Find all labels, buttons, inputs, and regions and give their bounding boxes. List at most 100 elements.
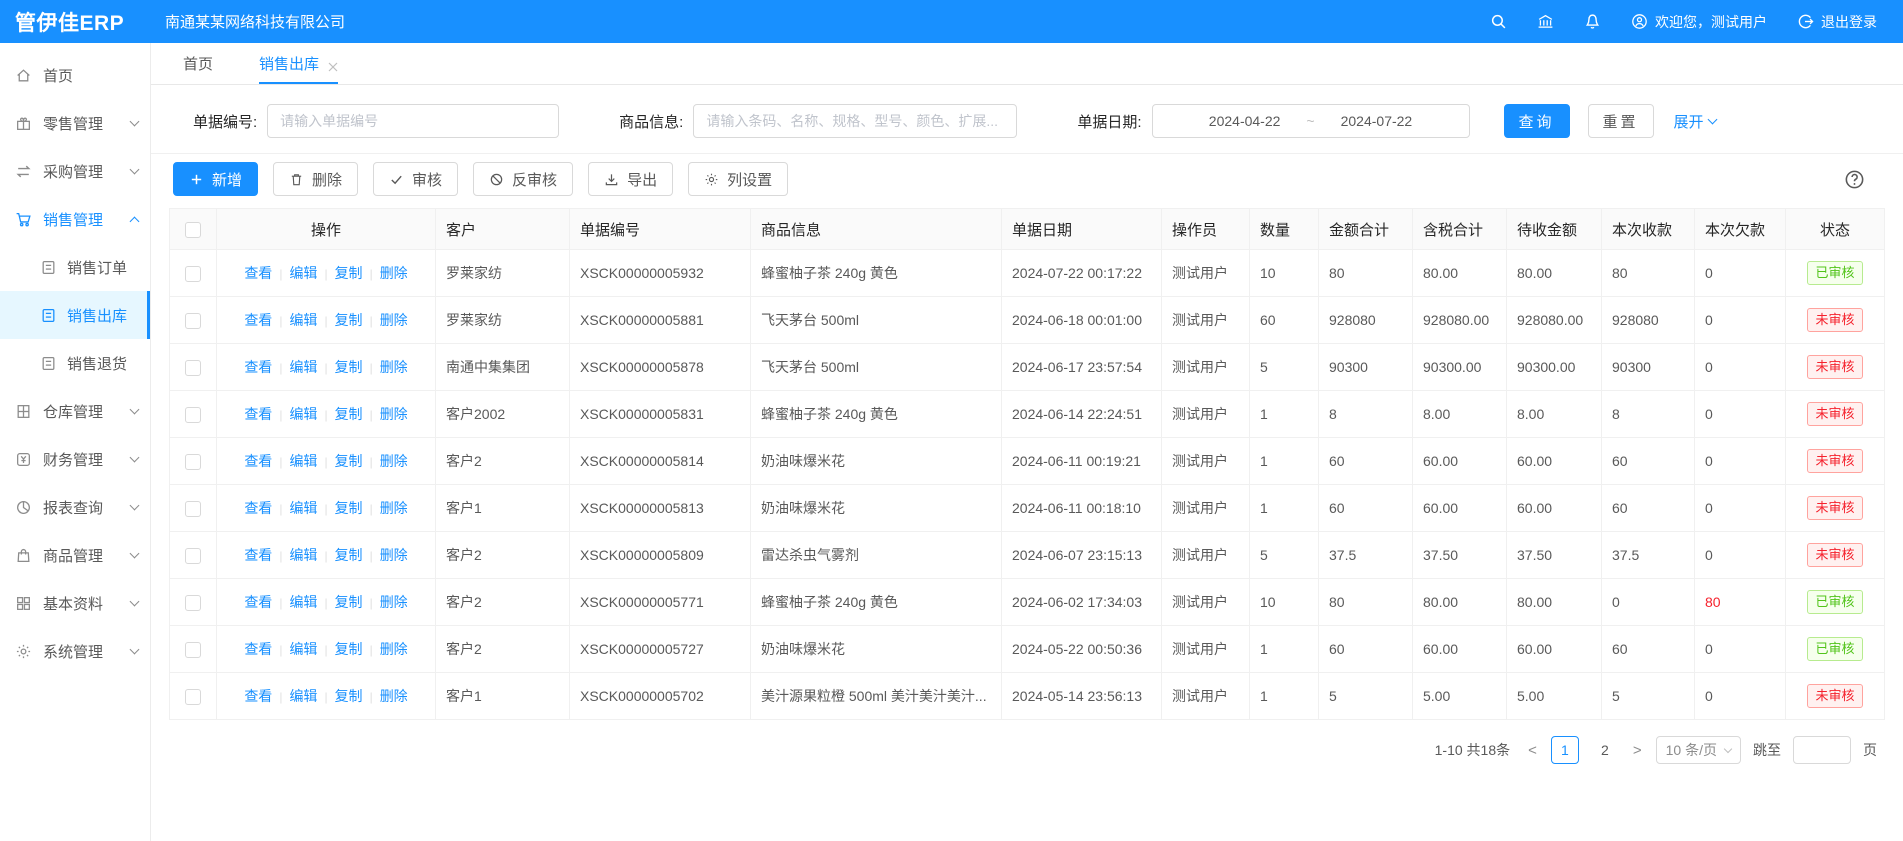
row-action-view[interactable]: 查看 (244, 688, 272, 704)
bill-no-input[interactable] (267, 104, 559, 138)
row-action-edit[interactable]: 编辑 (289, 359, 317, 375)
tab-home[interactable]: 首页 (183, 43, 213, 84)
export-button[interactable]: 导出 (588, 162, 673, 196)
sidebar-item-system[interactable]: 系统管理 (0, 627, 150, 675)
row-action-view[interactable]: 查看 (244, 453, 272, 469)
table-row: 查看|编辑|复制|删除客户1XSCK00000005702美汁源果粒橙 500m… (170, 673, 1885, 720)
row-action-view[interactable]: 查看 (244, 594, 272, 610)
select-all-checkbox[interactable] (185, 222, 201, 238)
row-action-copy[interactable]: 复制 (335, 406, 363, 422)
download-icon (604, 172, 619, 187)
prev-page-button[interactable]: < (1526, 742, 1539, 759)
row-action-edit[interactable]: 编辑 (289, 265, 317, 281)
cell-customer: 客户1 (436, 485, 570, 532)
row-checkbox[interactable] (185, 501, 201, 517)
search-icon[interactable] (1490, 13, 1507, 30)
row-action-copy[interactable]: 复制 (335, 547, 363, 563)
row-action-view[interactable]: 查看 (244, 547, 272, 563)
row-action-edit[interactable]: 编辑 (289, 500, 317, 516)
row-action-view[interactable]: 查看 (244, 265, 272, 281)
column-settings-button[interactable]: 列设置 (688, 162, 788, 196)
page-number-2[interactable]: 2 (1591, 736, 1619, 764)
row-action-copy[interactable]: 复制 (335, 453, 363, 469)
sidebar-item-sales[interactable]: 销售管理 (0, 195, 150, 243)
row-actions: 查看|编辑|复制|删除 (217, 626, 436, 673)
help-icon[interactable] (1844, 169, 1865, 190)
cell-date: 2024-06-02 17:34:03 (1002, 579, 1162, 626)
sidebar-item-sales-order[interactable]: 销售订单 (0, 243, 150, 291)
row-action-delete[interactable]: 删除 (380, 594, 408, 610)
row-action-view[interactable]: 查看 (244, 312, 272, 328)
jump-page-input[interactable] (1793, 736, 1851, 764)
sidebar-item-reports[interactable]: 报表查询 (0, 483, 150, 531)
row-action-delete[interactable]: 删除 (380, 312, 408, 328)
row-action-view[interactable]: 查看 (244, 359, 272, 375)
logout-button[interactable]: 退出登录 (1797, 12, 1877, 32)
row-checkbox[interactable] (185, 548, 201, 564)
row-action-view[interactable]: 查看 (244, 406, 272, 422)
row-action-copy[interactable]: 复制 (335, 359, 363, 375)
row-action-copy[interactable]: 复制 (335, 594, 363, 610)
sidebar-item-sales-outbound[interactable]: 销售出库 (0, 291, 150, 339)
row-action-copy[interactable]: 复制 (335, 500, 363, 516)
row-action-edit[interactable]: 编辑 (289, 312, 317, 328)
row-action-edit[interactable]: 编辑 (289, 594, 317, 610)
row-action-edit[interactable]: 编辑 (289, 641, 317, 657)
bank-icon[interactable] (1537, 13, 1554, 30)
add-button[interactable]: 新增 (173, 162, 258, 196)
search-button[interactable]: 查询 (1504, 104, 1570, 138)
row-action-delete[interactable]: 删除 (380, 359, 408, 375)
bell-icon[interactable] (1584, 13, 1601, 30)
sidebar-item-products[interactable]: 商品管理 (0, 531, 150, 579)
next-page-button[interactable]: > (1631, 742, 1644, 759)
row-action-copy[interactable]: 复制 (335, 312, 363, 328)
row-action-copy[interactable]: 复制 (335, 688, 363, 704)
expand-link[interactable]: 展开 (1674, 111, 1716, 132)
row-action-delete[interactable]: 删除 (380, 641, 408, 657)
row-action-delete[interactable]: 删除 (380, 453, 408, 469)
row-action-edit[interactable]: 编辑 (289, 688, 317, 704)
row-action-delete[interactable]: 删除 (380, 547, 408, 563)
sidebar-item-basic-data[interactable]: 基本资料 (0, 579, 150, 627)
sidebar-item-label: 销售订单 (67, 257, 127, 278)
row-checkbox[interactable] (185, 642, 201, 658)
row-action-view[interactable]: 查看 (244, 500, 272, 516)
close-icon[interactable] (328, 59, 338, 69)
row-action-edit[interactable]: 编辑 (289, 547, 317, 563)
row-action-edit[interactable]: 编辑 (289, 453, 317, 469)
row-checkbox[interactable] (185, 313, 201, 329)
row-action-view[interactable]: 查看 (244, 641, 272, 657)
date-to-value[interactable]: 2024-07-22 (1341, 113, 1413, 129)
row-checkbox[interactable] (185, 689, 201, 705)
page-size-select[interactable]: 10 条/页 (1656, 736, 1741, 764)
row-action-delete[interactable]: 删除 (380, 688, 408, 704)
row-checkbox[interactable] (185, 360, 201, 376)
row-action-edit[interactable]: 编辑 (289, 406, 317, 422)
row-checkbox[interactable] (185, 454, 201, 470)
row-checkbox[interactable] (185, 266, 201, 282)
row-action-copy[interactable]: 复制 (335, 641, 363, 657)
unaudit-button[interactable]: 反审核 (473, 162, 573, 196)
tab-sales-outbound[interactable]: 销售出库 (259, 43, 338, 84)
sidebar-item-home[interactable]: 首页 (0, 51, 150, 99)
row-action-copy[interactable]: 复制 (335, 265, 363, 281)
page-number-1[interactable]: 1 (1551, 736, 1579, 764)
row-action-delete[interactable]: 删除 (380, 406, 408, 422)
row-checkbox[interactable] (185, 595, 201, 611)
product-info-input[interactable] (693, 104, 1017, 138)
sidebar-item-retail[interactable]: 零售管理 (0, 99, 150, 147)
sidebar-item-purchase[interactable]: 采购管理 (0, 147, 150, 195)
delete-button[interactable]: 删除 (273, 162, 358, 196)
reset-button[interactable]: 重置 (1588, 104, 1654, 138)
row-action-delete[interactable]: 删除 (380, 500, 408, 516)
user-menu[interactable]: 欢迎您，测试用户 (1631, 12, 1767, 32)
column-header: 本次欠款 (1695, 209, 1786, 250)
sidebar-item-warehouse[interactable]: 仓库管理 (0, 387, 150, 435)
date-from-value[interactable]: 2024-04-22 (1209, 113, 1281, 129)
sidebar-item-finance[interactable]: 财务管理 (0, 435, 150, 483)
audit-button[interactable]: 审核 (373, 162, 458, 196)
row-checkbox[interactable] (185, 407, 201, 423)
date-range-picker[interactable]: 2024-04-22 ~ 2024-07-22 (1152, 104, 1470, 138)
row-action-delete[interactable]: 删除 (380, 265, 408, 281)
sidebar-item-sales-return[interactable]: 销售退货 (0, 339, 150, 387)
